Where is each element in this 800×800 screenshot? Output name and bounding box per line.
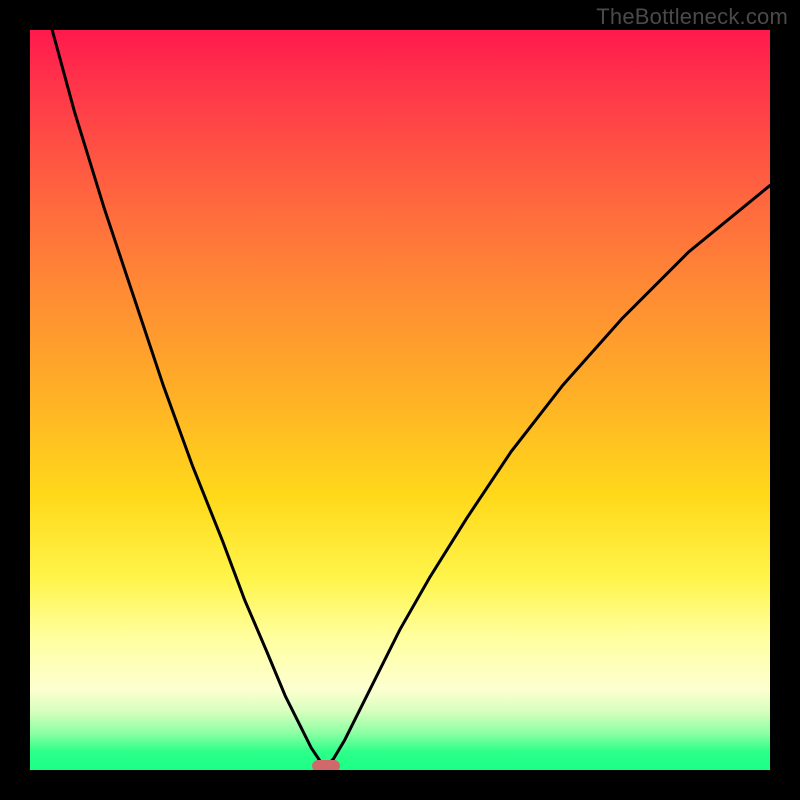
chart-frame: TheBottleneck.com [0, 0, 800, 800]
plot-area [30, 30, 770, 770]
bottleneck-curve [30, 30, 770, 770]
optimum-marker [312, 760, 340, 770]
watermark-text: TheBottleneck.com [596, 4, 788, 30]
